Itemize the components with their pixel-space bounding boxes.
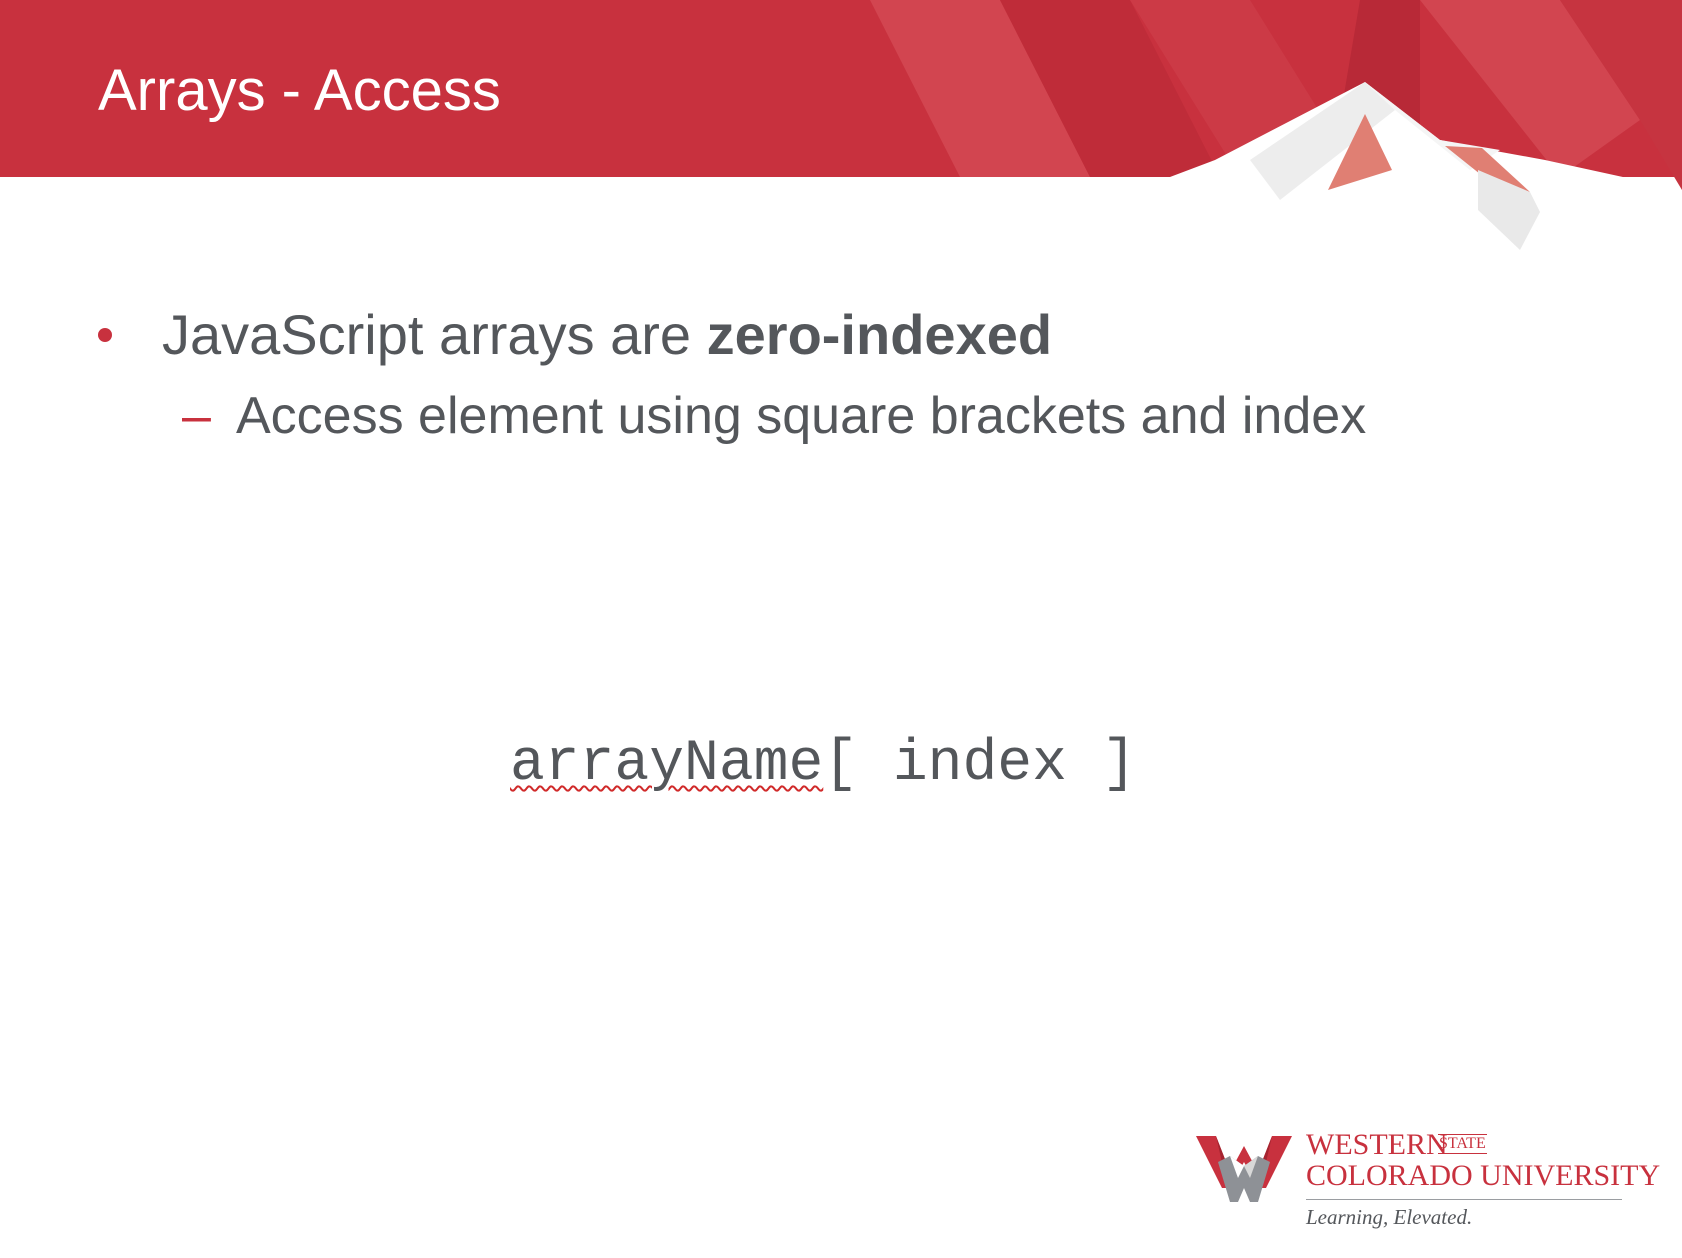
bullet-text-bold: zero-indexed bbox=[706, 303, 1053, 366]
logo-text-university: COLORADO UNIVERSITY bbox=[1306, 1159, 1661, 1192]
w-mountain-logo-icon bbox=[1196, 1136, 1292, 1202]
logo-tagline: Learning, Elevated. bbox=[1306, 1205, 1473, 1229]
slide-title: Arrays - Access bbox=[98, 58, 501, 123]
slide: Arrays - Access JavaScript arrays are ze… bbox=[0, 0, 1682, 1258]
university-logo: WESTERN STATE COLORADO UNIVERSITY Learni… bbox=[1196, 1128, 1660, 1238]
code-identifier: arrayName bbox=[510, 732, 824, 797]
logo-text-state: STATE bbox=[1438, 1134, 1487, 1154]
bullet-text-plain: JavaScript arrays are bbox=[162, 303, 707, 366]
bullet-dot-icon bbox=[98, 328, 112, 342]
bullet-text: JavaScript arrays are zero-indexed bbox=[162, 300, 1052, 370]
code-example: arrayName[ index ] bbox=[510, 730, 1137, 800]
sub-bullet-text: Access element using square brackets and… bbox=[236, 387, 1367, 445]
header-mountain-banner bbox=[0, 0, 1682, 260]
logo-divider bbox=[1306, 1199, 1622, 1200]
code-accessor: [ index ] bbox=[823, 732, 1137, 797]
logo-text-western: WESTERN bbox=[1306, 1128, 1448, 1161]
dash-bullet-icon: – bbox=[182, 387, 211, 445]
